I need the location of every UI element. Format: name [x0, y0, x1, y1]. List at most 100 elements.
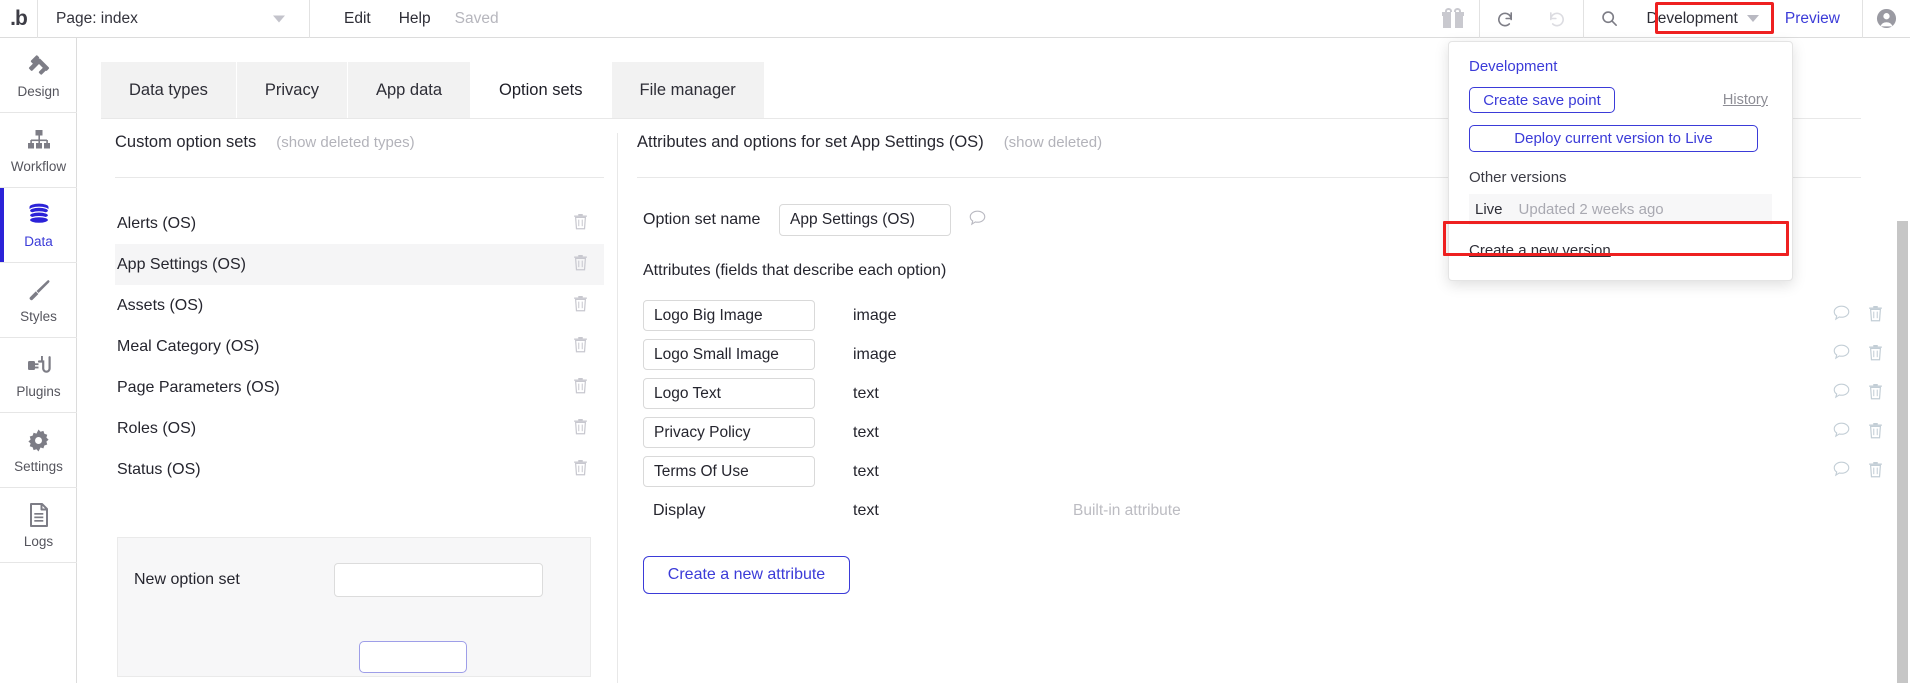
delete-icon[interactable] — [573, 213, 588, 235]
row-actions — [1833, 383, 1883, 405]
sidebar-item-design[interactable]: Design — [0, 38, 77, 113]
left-navigation-rail: Design Workflow Data Styles Plugins Sett… — [0, 38, 77, 683]
dropdown-title: Development — [1469, 58, 1558, 75]
delete-icon[interactable] — [1868, 383, 1883, 405]
sidebar-item-logs[interactable]: Logs — [0, 488, 77, 563]
comment-icon[interactable] — [1833, 305, 1850, 326]
menu-edit[interactable]: Edit — [344, 10, 371, 28]
version-item-live[interactable]: Live Updated 2 weeks ago — [1469, 194, 1772, 225]
tab-privacy[interactable]: Privacy — [236, 62, 348, 118]
sidebar-item-settings[interactable]: Settings — [0, 413, 77, 488]
history-link[interactable]: History — [1723, 92, 1768, 108]
comment-icon[interactable] — [1833, 422, 1850, 443]
attribute-type: image — [853, 345, 897, 363]
other-versions-label: Other versions — [1469, 169, 1567, 186]
show-deleted-link[interactable]: (show deleted) — [1004, 134, 1102, 151]
page-selector[interactable]: Page: index — [38, 0, 310, 38]
sidebar-item-workflow[interactable]: Workflow — [0, 113, 77, 188]
delete-icon[interactable] — [573, 254, 588, 276]
tab-data-types[interactable]: Data types — [101, 62, 237, 118]
list-item[interactable]: Page Parameters (OS) — [115, 367, 604, 408]
comment-icon[interactable] — [1833, 383, 1850, 404]
table-row: text — [637, 374, 1899, 413]
sidebar-item-label: Data — [24, 234, 53, 249]
search-icon[interactable] — [1582, 0, 1635, 38]
list-item[interactable]: Status (OS) — [115, 449, 604, 490]
document-icon — [28, 501, 50, 529]
panel-title: Custom option sets — [115, 133, 257, 151]
attribute-name-input[interactable] — [643, 456, 815, 487]
save-status-label: Saved — [454, 9, 499, 27]
delete-icon[interactable] — [1868, 461, 1883, 483]
row-actions — [1833, 461, 1883, 483]
attribute-name-input[interactable] — [643, 300, 815, 331]
list-item[interactable]: App Settings (OS) — [115, 244, 604, 285]
deploy-to-live-button[interactable]: Deploy current version to Live — [1469, 125, 1758, 152]
option-set-name-label: Option set name — [643, 211, 761, 228]
redo-icon[interactable] — [1531, 0, 1583, 38]
divider — [115, 177, 604, 178]
plug-icon — [26, 351, 52, 379]
delete-icon[interactable] — [1868, 305, 1883, 327]
vertical-scrollbar[interactable] — [1895, 38, 1910, 683]
list-item[interactable]: Alerts (OS) — [115, 203, 604, 244]
version-dropdown-panel: Development Create save point History De… — [1448, 41, 1793, 281]
workflow-icon — [26, 126, 52, 154]
attribute-name-input[interactable] — [643, 339, 815, 370]
list-item[interactable]: Roles (OS) — [115, 408, 604, 449]
row-actions — [1833, 422, 1883, 444]
environment-selector[interactable]: Development — [1635, 6, 1767, 32]
custom-option-sets-header: Custom option sets (show deleted types) — [115, 133, 617, 177]
sidebar-item-plugins[interactable]: Plugins — [0, 338, 77, 413]
brush-icon — [26, 276, 52, 304]
option-set-name-input[interactable] — [779, 204, 951, 236]
delete-icon[interactable] — [573, 377, 588, 399]
sidebar-item-label: Workflow — [10, 159, 67, 174]
scrollbar-thumb[interactable] — [1897, 221, 1908, 683]
option-set-name: Assets (OS) — [117, 296, 204, 314]
sidebar-item-label: Settings — [14, 459, 63, 474]
create-new-version-link[interactable]: Create a new version — [1469, 242, 1611, 259]
delete-icon[interactable] — [1868, 422, 1883, 444]
tab-option-sets[interactable]: Option sets — [471, 62, 612, 118]
undo-icon[interactable] — [1478, 0, 1531, 38]
create-option-set-button[interactable] — [359, 641, 467, 673]
create-attribute-button[interactable]: Create a new attribute — [643, 556, 850, 594]
table-row: text — [637, 452, 1899, 491]
chevron-down-icon — [273, 15, 285, 22]
new-option-set-label: New option set — [134, 571, 240, 588]
list-item[interactable]: Assets (OS) — [115, 285, 604, 326]
preview-link[interactable]: Preview — [1785, 10, 1840, 28]
gift-icon[interactable] — [1427, 0, 1479, 38]
delete-icon[interactable] — [1868, 344, 1883, 366]
attribute-type: text — [853, 501, 879, 519]
option-set-name: Alerts (OS) — [117, 214, 197, 232]
attribute-name-input[interactable] — [643, 417, 815, 448]
tab-app-data[interactable]: App data — [347, 62, 472, 118]
attribute-name-input[interactable] — [643, 378, 815, 409]
list-item[interactable]: Meal Category (OS) — [115, 326, 604, 367]
top-bar-right: Development Preview — [1427, 0, 1910, 38]
option-set-list: Alerts (OS) App Settings (OS) Assets (OS… — [115, 203, 617, 490]
user-avatar-icon[interactable] — [1862, 0, 1910, 38]
delete-icon[interactable] — [573, 295, 588, 317]
sidebar-item-styles[interactable]: Styles — [0, 263, 77, 338]
new-option-set-input[interactable] — [334, 563, 543, 597]
delete-icon[interactable] — [573, 459, 588, 481]
option-set-name: App Settings (OS) — [117, 255, 246, 273]
option-set-name: Status (OS) — [117, 460, 201, 478]
row-actions — [1833, 344, 1883, 366]
menu-help[interactable]: Help — [399, 10, 431, 28]
panel-title: Attributes and options for set App Setti… — [637, 133, 984, 151]
delete-icon[interactable] — [573, 418, 588, 440]
show-deleted-types-link[interactable]: (show deleted types) — [276, 134, 414, 151]
tab-file-manager[interactable]: File manager — [611, 62, 765, 118]
create-save-point-button[interactable]: Create save point — [1469, 87, 1615, 113]
sidebar-item-data[interactable]: Data — [0, 188, 77, 263]
attribute-type: image — [853, 306, 897, 324]
delete-icon[interactable] — [573, 336, 588, 358]
comment-icon[interactable] — [969, 210, 986, 231]
comment-icon[interactable] — [1833, 461, 1850, 482]
bubble-logo-icon[interactable]: .b — [0, 0, 38, 38]
comment-icon[interactable] — [1833, 344, 1850, 365]
